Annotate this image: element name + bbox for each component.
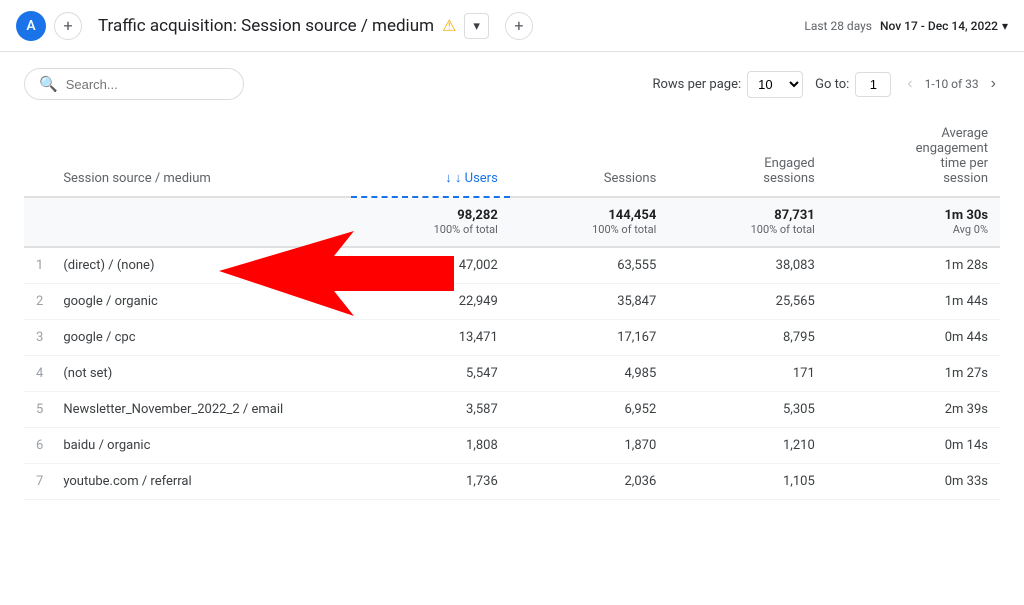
row-num: 7: [24, 464, 51, 500]
row-engaged-sessions: 25,565: [668, 284, 826, 320]
row-num: 3: [24, 320, 51, 356]
row-num: 1: [24, 247, 51, 284]
prev-page-button[interactable]: ‹: [903, 73, 916, 95]
total-users: 98,282 100% of total: [351, 197, 509, 247]
rows-per-page: Rows per page: 10 25 50 100: [652, 71, 803, 98]
row-source: google / organic: [51, 284, 351, 320]
table-wrapper: Session source / medium ↓ ↓ Users Sessio…: [24, 116, 1000, 500]
search-box[interactable]: 🔍: [24, 68, 244, 100]
total-engaged-sessions: 87,731 100% of total: [668, 197, 826, 247]
row-engaged-sessions: 1,105: [668, 464, 826, 500]
top-bar: A + Traffic acquisition: Session source …: [0, 0, 1024, 52]
add-widget-button[interactable]: +: [505, 12, 533, 40]
row-engaged-sessions: 5,305: [668, 392, 826, 428]
row-source: Newsletter_November_2022_2 / email: [51, 392, 351, 428]
data-table: Session source / medium ↓ ↓ Users Sessio…: [24, 116, 1000, 500]
table-row: 1 (direct) / (none) 47,002 63,555 38,083…: [24, 247, 1000, 284]
total-source: [51, 197, 351, 247]
rows-per-page-select[interactable]: 10 25 50 100: [747, 71, 803, 98]
row-source: (direct) / (none): [51, 247, 351, 284]
row-sessions: 6,952: [510, 392, 668, 428]
warning-icon: ⚠: [442, 16, 456, 35]
title-dropdown-button[interactable]: ▾: [464, 13, 489, 39]
row-users: 13,471: [351, 320, 509, 356]
avatar[interactable]: A: [16, 11, 46, 41]
row-avg-engagement: 0m 44s: [827, 320, 1000, 356]
content-area: 🔍 Rows per page: 10 25 50 100 Go to: ‹ 1…: [0, 52, 1024, 516]
col-header-sessions: Sessions: [510, 116, 668, 197]
row-num: 6: [24, 428, 51, 464]
goto-label: Go to:: [815, 77, 849, 92]
rows-per-page-label: Rows per page:: [652, 77, 741, 92]
row-sessions: 17,167: [510, 320, 668, 356]
sort-down-icon: ↓: [445, 171, 455, 186]
row-users: 22,949: [351, 284, 509, 320]
row-sessions: 35,847: [510, 284, 668, 320]
col-header-engaged-sessions: Engagedsessions: [668, 116, 826, 197]
search-input[interactable]: [66, 77, 229, 92]
row-avg-engagement: 2m 39s: [827, 392, 1000, 428]
row-avg-engagement: 0m 14s: [827, 428, 1000, 464]
page-info: 1-10 of 33: [925, 77, 979, 91]
add-tab-button[interactable]: +: [54, 12, 82, 40]
row-users: 1,808: [351, 428, 509, 464]
col-header-avg-engagement: Averageengagementtime persession: [827, 116, 1000, 197]
total-num: [24, 197, 51, 247]
search-icon: 🔍: [39, 75, 58, 93]
table-row: 3 google / cpc 13,471 17,167 8,795 0m 44…: [24, 320, 1000, 356]
row-engaged-sessions: 8,795: [668, 320, 826, 356]
row-users: 3,587: [351, 392, 509, 428]
table-row: 2 google / organic 22,949 35,847 25,565 …: [24, 284, 1000, 320]
row-engaged-sessions: 1,210: [668, 428, 826, 464]
row-sessions: 63,555: [510, 247, 668, 284]
row-num: 5: [24, 392, 51, 428]
col-header-source: Session source / medium: [51, 116, 351, 197]
row-avg-engagement: 1m 27s: [827, 356, 1000, 392]
table-row: 5 Newsletter_November_2022_2 / email 3,5…: [24, 392, 1000, 428]
row-num: 2: [24, 284, 51, 320]
row-engaged-sessions: 38,083: [668, 247, 826, 284]
table-row: 4 (not set) 5,547 4,985 171 1m 27s: [24, 356, 1000, 392]
page-title: Traffic acquisition: Session source / me…: [98, 12, 804, 40]
row-users: 1,736: [351, 464, 509, 500]
row-sessions: 4,985: [510, 356, 668, 392]
controls-row: 🔍 Rows per page: 10 25 50 100 Go to: ‹ 1…: [24, 68, 1000, 100]
goto-input[interactable]: [855, 72, 891, 97]
row-source: youtube.com / referral: [51, 464, 351, 500]
next-page-button[interactable]: ›: [987, 73, 1000, 95]
row-source: (not set): [51, 356, 351, 392]
table-row: 6 baidu / organic 1,808 1,870 1,210 0m 1…: [24, 428, 1000, 464]
dropdown-arrow-icon: ▾: [473, 18, 480, 34]
col-header-users[interactable]: ↓ ↓ Users: [351, 116, 509, 197]
row-engaged-sessions: 171: [668, 356, 826, 392]
page-title-text: Traffic acquisition: Session source / me…: [98, 16, 434, 36]
row-source: google / cpc: [51, 320, 351, 356]
row-sessions: 2,036: [510, 464, 668, 500]
date-range-label: Last 28 days: [804, 19, 872, 33]
goto-box: Go to:: [815, 72, 891, 97]
table-header-row: Session source / medium ↓ ↓ Users Sessio…: [24, 116, 1000, 197]
col-header-num: [24, 116, 51, 197]
row-avg-engagement: 0m 33s: [827, 464, 1000, 500]
table-row: 7 youtube.com / referral 1,736 2,036 1,1…: [24, 464, 1000, 500]
row-avg-engagement: 1m 44s: [827, 284, 1000, 320]
date-range-value[interactable]: Nov 17 - Dec 14, 2022 ▾: [880, 19, 1008, 33]
date-dropdown-icon: ▾: [1002, 19, 1008, 33]
row-sessions: 1,870: [510, 428, 668, 464]
total-row: 98,282 100% of total 144,454 100% of tot…: [24, 197, 1000, 247]
row-users: 47,002: [351, 247, 509, 284]
row-num: 4: [24, 356, 51, 392]
pagination-controls: Rows per page: 10 25 50 100 Go to: ‹ 1-1…: [652, 71, 1000, 98]
total-avg-engagement: 1m 30s Avg 0%: [827, 197, 1000, 247]
page-nav: ‹ 1-10 of 33 ›: [903, 73, 1000, 95]
total-sessions: 144,454 100% of total: [510, 197, 668, 247]
row-source: baidu / organic: [51, 428, 351, 464]
date-range: Last 28 days Nov 17 - Dec 14, 2022 ▾: [804, 19, 1008, 33]
row-avg-engagement: 1m 28s: [827, 247, 1000, 284]
row-users: 5,547: [351, 356, 509, 392]
